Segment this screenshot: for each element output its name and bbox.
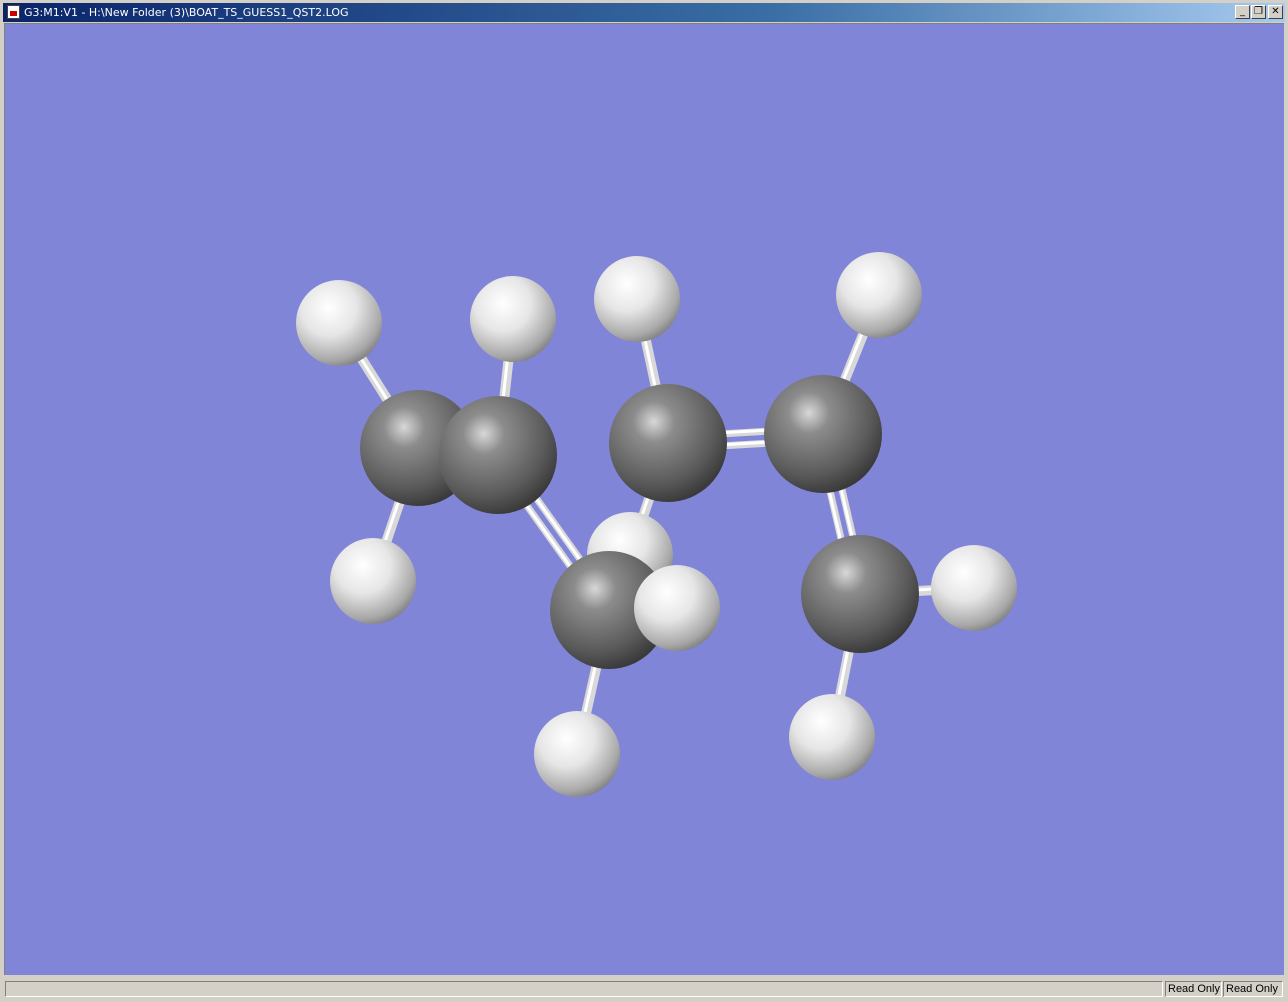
restore-button[interactable]: ❐ — [1251, 5, 1266, 19]
minimize-button[interactable]: _ — [1235, 5, 1250, 19]
carbon-atom-3[interactable] — [609, 384, 727, 502]
app-document-icon[interactable] — [7, 5, 20, 19]
status-read-only-2: Read Only — [1223, 981, 1283, 997]
hydrogen-atom-5[interactable] — [330, 538, 416, 624]
molecule-3d-viewport[interactable] — [4, 23, 1284, 975]
atom-layer — [296, 252, 1017, 797]
hydrogen-atom-9[interactable] — [534, 711, 620, 797]
title-bar[interactable]: G3:M1:V1 - H:\New Folder (3)\BOAT_TS_GUE… — [3, 3, 1285, 22]
molecule-canvas[interactable] — [5, 24, 1284, 975]
status-bar: Read Only Read Only — [3, 979, 1285, 999]
hydrogen-atom-10[interactable] — [789, 694, 875, 780]
carbon-atom-4[interactable] — [764, 375, 882, 493]
close-button[interactable]: ✕ — [1268, 5, 1283, 19]
molecule-viewer-window: G3:M1:V1 - H:\New Folder (3)\BOAT_TS_GUE… — [0, 0, 1288, 1002]
hydrogen-atom-2[interactable] — [470, 276, 556, 362]
status-read-only-1: Read Only — [1165, 981, 1222, 997]
hydrogen-atom-7[interactable] — [634, 565, 720, 651]
window-title: G3:M1:V1 - H:\New Folder (3)\BOAT_TS_GUE… — [24, 6, 349, 19]
hydrogen-atom-8[interactable] — [931, 545, 1017, 631]
status-message-panel — [5, 981, 1163, 997]
hydrogen-atom-1[interactable] — [296, 280, 382, 366]
carbon-atom-6[interactable] — [801, 535, 919, 653]
carbon-atom-2[interactable] — [439, 396, 557, 514]
hydrogen-atom-3[interactable] — [594, 256, 680, 342]
hydrogen-atom-4[interactable] — [836, 252, 922, 338]
